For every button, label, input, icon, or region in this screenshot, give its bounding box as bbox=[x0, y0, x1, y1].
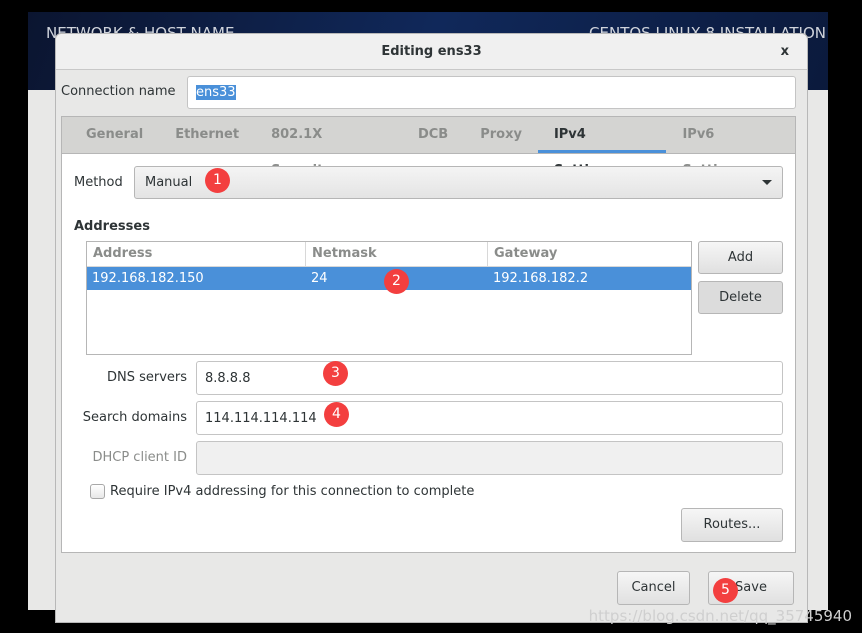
dialog-title: Editing ens33 bbox=[381, 44, 482, 59]
dialog-titlebar: Editing ens33 x bbox=[56, 34, 807, 70]
annotation-badge-1: 1 bbox=[205, 168, 230, 193]
dns-servers-label: DNS servers bbox=[106, 370, 187, 385]
tab-proxy[interactable]: Proxy bbox=[464, 117, 538, 153]
require-ipv4-label[interactable]: Require IPv4 addressing for this connect… bbox=[110, 484, 474, 499]
connection-name-label: Connection name bbox=[61, 84, 176, 99]
dhcp-client-id-label: DHCP client ID bbox=[92, 450, 187, 465]
column-netmask[interactable]: Netmask bbox=[306, 242, 488, 266]
addresses-table: Address Netmask Gateway 192.168.182.150 … bbox=[86, 241, 692, 355]
tab-ipv4-settings[interactable]: IPv4 Settings bbox=[537, 117, 667, 178]
search-domains-input[interactable]: 114.114.114.114 bbox=[196, 401, 783, 435]
tab-ethernet[interactable]: Ethernet bbox=[159, 117, 255, 153]
connection-name-value: ens33 bbox=[196, 85, 236, 100]
annotation-badge-2: 2 bbox=[384, 269, 409, 294]
column-gateway[interactable]: Gateway bbox=[488, 242, 691, 266]
address-cell[interactable]: 192.168.182.150 bbox=[87, 267, 306, 290]
cancel-button[interactable]: Cancel bbox=[617, 571, 690, 605]
tab-dcb[interactable]: DCB bbox=[402, 117, 464, 153]
annotation-badge-5: 5 bbox=[713, 578, 738, 603]
require-ipv4-checkbox[interactable] bbox=[90, 484, 105, 499]
close-icon[interactable]: x bbox=[781, 34, 789, 69]
tab-bar: General Ethernet 802.1X Security DCB Pro… bbox=[62, 117, 795, 178]
tab-ipv6-settings[interactable]: IPv6 Settings bbox=[666, 117, 795, 178]
tab-8021x-security[interactable]: 802.1X Security bbox=[255, 117, 402, 178]
gateway-cell[interactable]: 192.168.182.2 bbox=[488, 267, 691, 290]
table-header: Address Netmask Gateway bbox=[87, 242, 691, 267]
tab-general[interactable]: General bbox=[70, 117, 159, 153]
addresses-heading: Addresses bbox=[74, 219, 150, 234]
routes-button[interactable]: Routes... bbox=[681, 508, 783, 542]
search-domains-label: Search domains bbox=[82, 410, 187, 425]
delete-address-button[interactable]: Delete bbox=[698, 281, 783, 314]
annotation-badge-4: 4 bbox=[324, 402, 349, 427]
edit-connection-dialog: Editing ens33 x Connection name ens33 Ge… bbox=[55, 33, 808, 623]
annotation-badge-3: 3 bbox=[323, 361, 348, 386]
method-label: Method bbox=[74, 175, 123, 190]
watermark: https://blog.csdn.net/qq_35745940 bbox=[588, 607, 852, 625]
connection-name-input[interactable]: ens33 bbox=[187, 76, 796, 109]
column-address[interactable]: Address bbox=[87, 242, 306, 266]
dns-servers-input[interactable]: 8.8.8.8 bbox=[196, 361, 783, 395]
dhcp-client-id-input[interactable] bbox=[196, 441, 783, 475]
method-value: Manual bbox=[145, 175, 193, 190]
add-address-button[interactable]: Add bbox=[698, 241, 783, 274]
settings-notebook: General Ethernet 802.1X Security DCB Pro… bbox=[61, 116, 796, 553]
method-dropdown[interactable]: Manual bbox=[134, 166, 783, 199]
chevron-down-icon bbox=[762, 180, 772, 185]
